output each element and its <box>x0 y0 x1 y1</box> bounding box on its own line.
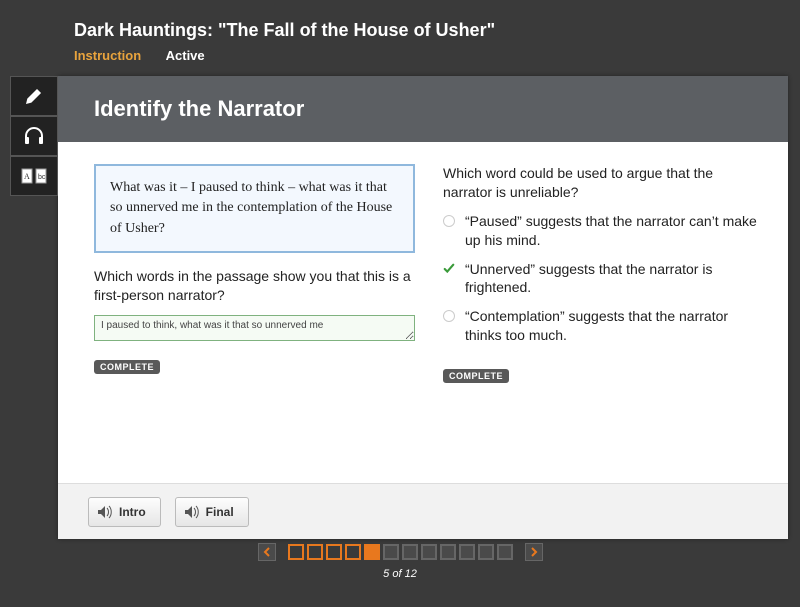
tab-instruction[interactable]: Instruction <box>74 48 141 63</box>
checkmark-icon <box>443 263 455 275</box>
option-row[interactable]: “Paused” suggests that the narrator can’… <box>443 212 764 250</box>
next-slide-button[interactable] <box>525 543 543 561</box>
slide-indicator[interactable] <box>364 544 380 560</box>
slide-nav: 5 of 12 <box>0 543 800 580</box>
chevron-right-icon <box>530 547 538 557</box>
final-audio-label: Final <box>206 505 234 519</box>
lesson-title: Dark Hauntings: "The Fall of the House o… <box>74 20 800 41</box>
right-column: Which word could be used to argue that t… <box>443 164 764 472</box>
speaker-icon <box>97 505 113 519</box>
page-label: 5 of 12 <box>0 568 800 580</box>
slide-boxes <box>288 544 513 560</box>
option-row[interactable]: “Unnerved” suggests that the narrator is… <box>443 260 764 298</box>
option-text: “Paused” suggests that the narrator can’… <box>465 212 764 250</box>
complete-badge-right: COMPLETE <box>443 369 509 383</box>
options-list: “Paused” suggests that the narrator can’… <box>443 212 764 345</box>
first-person-answer-input[interactable] <box>94 315 415 341</box>
prev-slide-button[interactable] <box>258 543 276 561</box>
panel-title: Identify the Narrator <box>94 96 304 122</box>
svg-text:bc: bc <box>38 174 46 181</box>
slide-indicator[interactable] <box>402 544 418 560</box>
glossary-tool[interactable]: Abc <box>10 156 58 196</box>
headphones-icon <box>23 126 45 146</box>
slide-indicator[interactable] <box>288 544 304 560</box>
tab-active[interactable]: Active <box>166 48 205 63</box>
svg-text:A: A <box>24 172 30 181</box>
radio-icon <box>443 215 455 227</box>
speaker-icon <box>184 505 200 519</box>
option-text: “Contemplation” suggests that the narrat… <box>465 307 764 345</box>
pencil-icon <box>24 86 44 106</box>
slide-indicator[interactable] <box>440 544 456 560</box>
left-question: Which words in the passage show you that… <box>94 267 415 305</box>
option-row[interactable]: “Contemplation” suggests that the narrat… <box>443 307 764 345</box>
intro-audio-label: Intro <box>119 505 146 519</box>
slide-indicator[interactable] <box>326 544 342 560</box>
audio-tool[interactable] <box>10 116 58 156</box>
lesson-panel: Identify the Narrator What was it – I pa… <box>58 76 788 539</box>
intro-audio-button[interactable]: Intro <box>88 497 161 527</box>
slide-indicator[interactable] <box>459 544 475 560</box>
slide-indicator[interactable] <box>497 544 513 560</box>
panel-footer: Intro Final <box>58 483 788 539</box>
tool-sidebar: Abc <box>10 76 58 196</box>
slide-indicator[interactable] <box>478 544 494 560</box>
slide-indicator[interactable] <box>421 544 437 560</box>
passage-box: What was it – I paused to think – what w… <box>94 164 415 253</box>
slide-indicator[interactable] <box>345 544 361 560</box>
right-question: Which word could be used to argue that t… <box>443 164 764 202</box>
pencil-tool[interactable] <box>10 76 58 116</box>
slide-indicator[interactable] <box>307 544 323 560</box>
option-text: “Unnerved” suggests that the narrator is… <box>465 260 764 298</box>
left-column: What was it – I paused to think – what w… <box>94 164 415 472</box>
radio-icon <box>443 310 455 322</box>
book-icon: Abc <box>21 167 47 185</box>
complete-badge-left: COMPLETE <box>94 360 160 374</box>
chevron-left-icon <box>263 547 271 557</box>
slide-indicator[interactable] <box>383 544 399 560</box>
final-audio-button[interactable]: Final <box>175 497 249 527</box>
